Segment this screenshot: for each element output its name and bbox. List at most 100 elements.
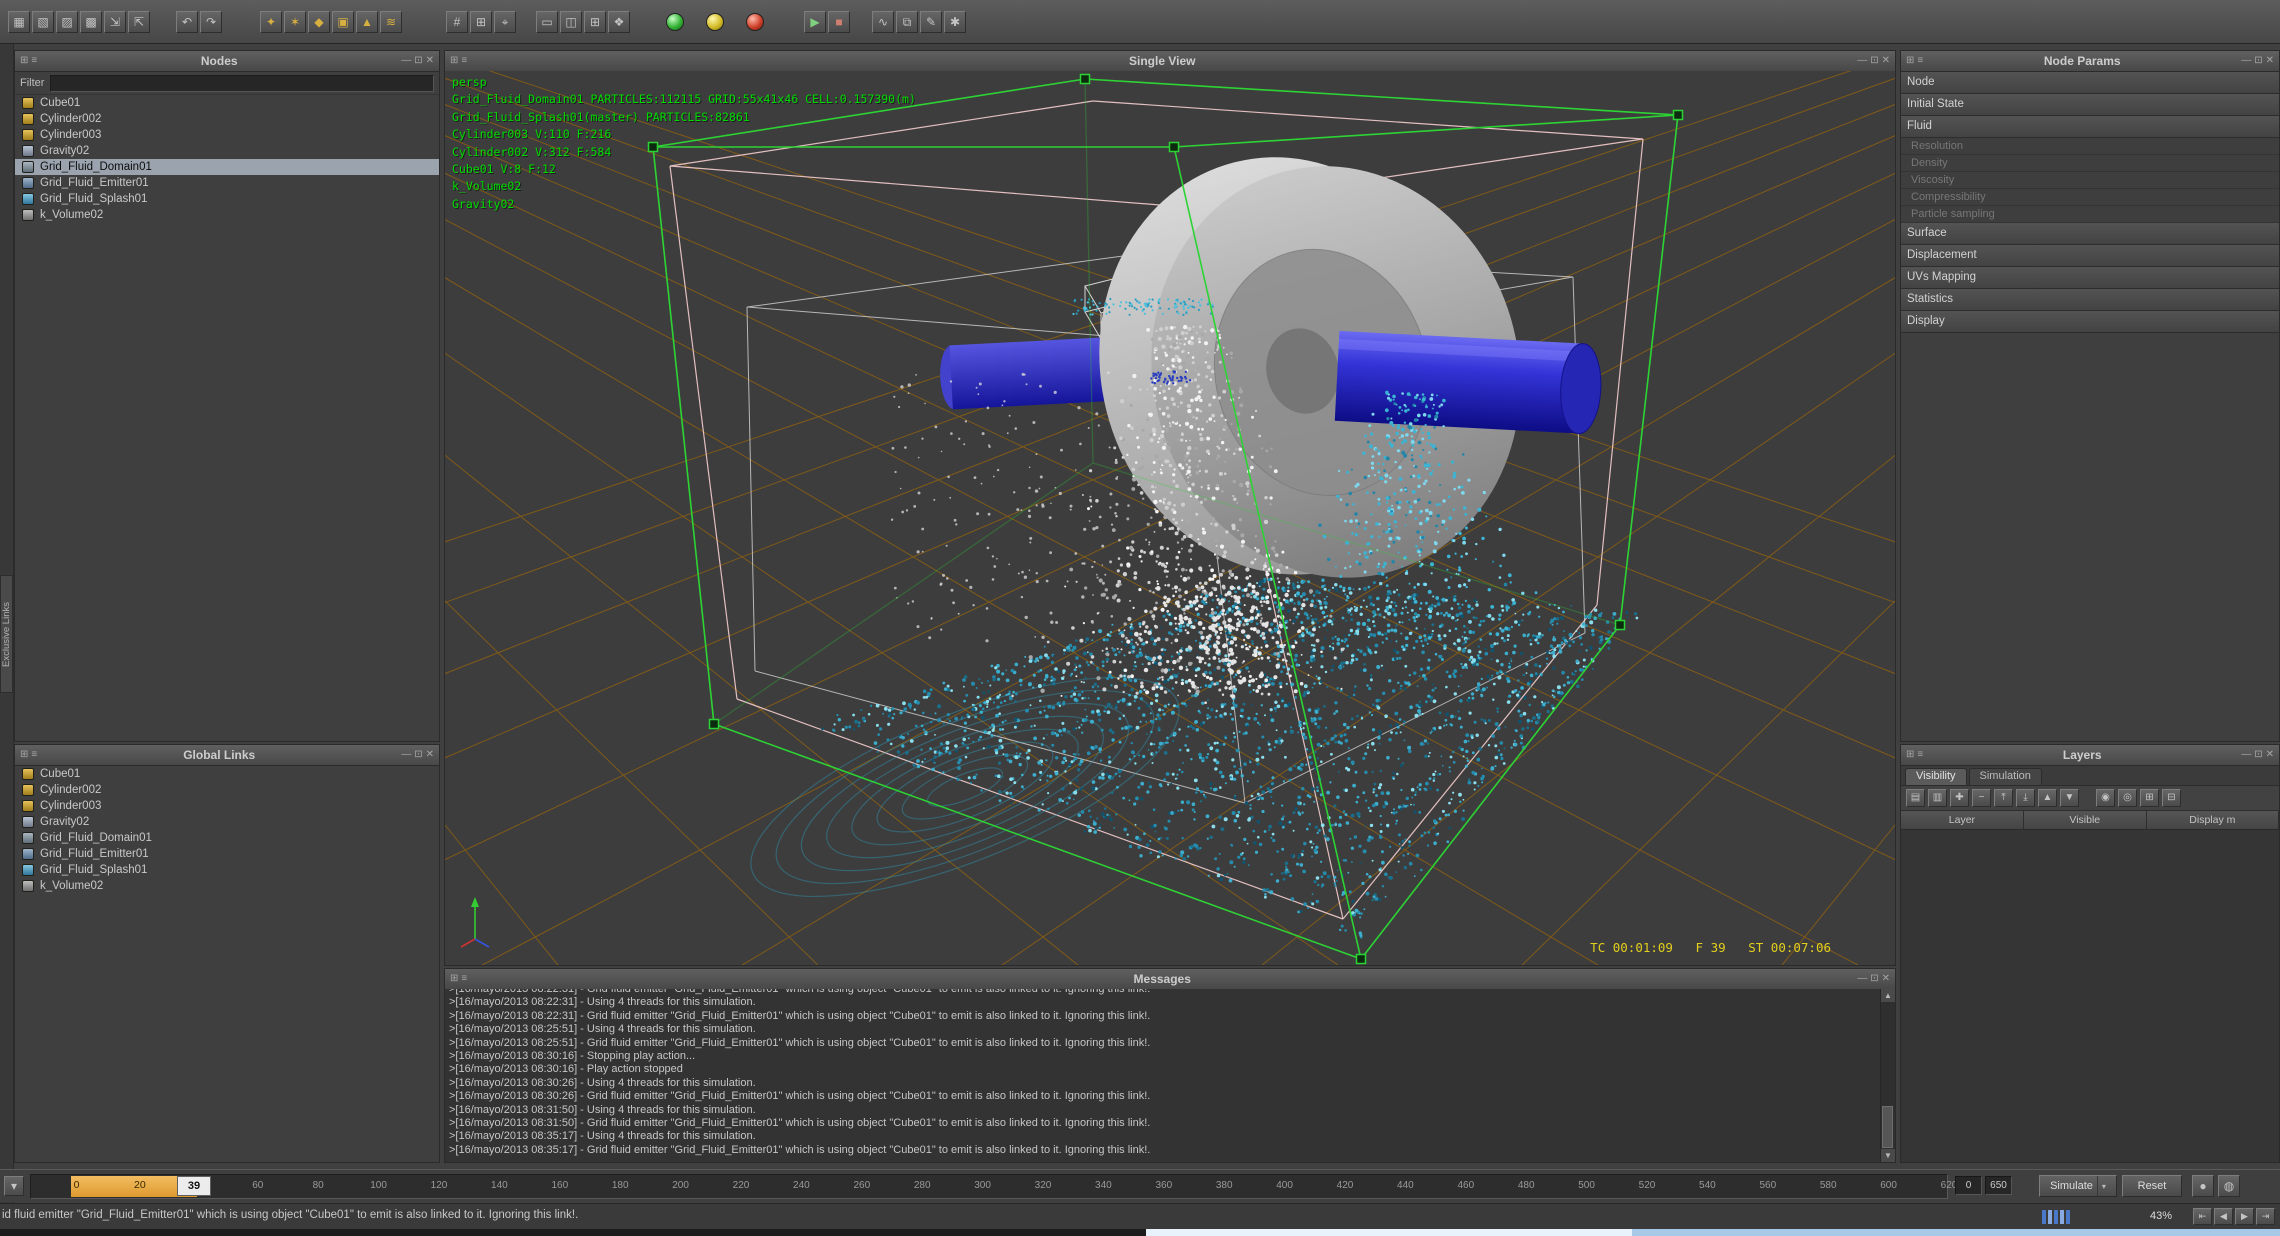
panel-float-icon[interactable]: ⊡ bbox=[2254, 750, 2262, 760]
panel-float-icon[interactable]: ⊡ bbox=[414, 56, 422, 66]
panel-close-icon[interactable]: ✕ bbox=[426, 56, 434, 66]
params-section-fluid[interactable]: Fluid bbox=[1901, 116, 2279, 138]
batch-script-button[interactable]: ✎ bbox=[920, 11, 942, 33]
node-item-grid_fluid_splash01[interactable]: Grid_Fluid_Splash01 bbox=[15, 191, 439, 207]
node-item-cylinder003[interactable]: Cylinder003 bbox=[15, 127, 439, 143]
export-file-button[interactable]: ⇱ bbox=[128, 11, 150, 33]
preview-sphere-icon[interactable]: ● bbox=[2192, 1175, 2214, 1197]
exclusive-links-tab[interactable]: Exclusive Links bbox=[0, 575, 13, 693]
node-item-cube01[interactable]: Cube01 bbox=[15, 95, 439, 111]
global-links-titlebar[interactable]: ⊞≡ Global Links —⊡✕ bbox=[15, 745, 439, 766]
panel-collapse-icon[interactable]: — bbox=[1857, 974, 1867, 984]
step-forward-button[interactable]: ▶ bbox=[2235, 1208, 2254, 1225]
node-item-gravity02[interactable]: Gravity02 bbox=[15, 814, 439, 830]
panel-menu-icon[interactable]: ⊞ bbox=[20, 750, 28, 760]
viewport-3d[interactable]: perspGrid_Fluid_Domain01 PARTICLES:11211… bbox=[445, 71, 1896, 966]
collapse-all-icon[interactable]: ⊟ bbox=[2162, 789, 2181, 807]
current-frame-indicator[interactable]: 39 bbox=[177, 1176, 211, 1196]
layers-column-layer[interactable]: Layer bbox=[1901, 811, 2024, 829]
node-item-grid_fluid_splash01[interactable]: Grid_Fluid_Splash01 bbox=[15, 862, 439, 878]
toggle-visible-icon[interactable]: ◉ bbox=[2096, 789, 2115, 807]
add-fluid-domain-button[interactable]: ▣ bbox=[332, 11, 354, 33]
redo-button[interactable]: ↷ bbox=[200, 11, 222, 33]
add-emitter-button[interactable]: ✦ bbox=[260, 11, 282, 33]
snap-toggle-button[interactable]: # bbox=[446, 11, 468, 33]
panel-dock-icon[interactable]: ≡ bbox=[461, 56, 467, 66]
add-realwave-button[interactable]: ≋ bbox=[380, 11, 402, 33]
node-item-grid_fluid_emitter01[interactable]: Grid_Fluid_Emitter01 bbox=[15, 846, 439, 862]
panel-menu-icon[interactable]: ⊞ bbox=[20, 56, 28, 66]
panel-float-icon[interactable]: ⊡ bbox=[2254, 56, 2262, 66]
layers-column-visible[interactable]: Visible bbox=[2024, 811, 2147, 829]
sim-status-cache-led[interactable] bbox=[706, 13, 724, 31]
sim-status-alert-led[interactable] bbox=[746, 13, 764, 31]
add-daemon-button[interactable]: ✶ bbox=[284, 11, 306, 33]
node-item-k_volume02[interactable]: k_Volume02 bbox=[15, 207, 439, 223]
add-object-button[interactable]: ◆ bbox=[308, 11, 330, 33]
layers-tab-visibility[interactable]: Visibility bbox=[1905, 768, 1967, 785]
open-scene-button[interactable]: ▧ bbox=[32, 11, 54, 33]
params-section-statistics[interactable]: Statistics bbox=[1901, 289, 2279, 311]
panel-menu-icon[interactable]: ⊞ bbox=[1906, 750, 1914, 760]
node-item-grid_fluid_domain01[interactable]: Grid_Fluid_Domain01 bbox=[15, 159, 439, 175]
params-section-surface[interactable]: Surface bbox=[1901, 223, 2279, 245]
panel-menu-icon[interactable]: ⊞ bbox=[450, 974, 458, 984]
relationship-editor-button[interactable]: ⧉ bbox=[896, 11, 918, 33]
params-section-displacement[interactable]: Displacement bbox=[1901, 245, 2279, 267]
panel-float-icon[interactable]: ⊡ bbox=[1870, 974, 1878, 984]
layout-quad-button[interactable]: ⊞ bbox=[584, 11, 606, 33]
move-down-icon[interactable]: ▼ bbox=[2060, 789, 2079, 807]
simulate-dropdown-icon[interactable]: ▾ bbox=[2097, 1176, 2106, 1196]
pivot-toggle-button[interactable]: ⌖ bbox=[494, 11, 516, 33]
single-view-titlebar[interactable]: ⊞≡ Single View —⊡✕ bbox=[445, 51, 1895, 72]
node-item-grid_fluid_domain01[interactable]: Grid_Fluid_Domain01 bbox=[15, 830, 439, 846]
timeline-menu-button[interactable]: ▾ bbox=[4, 1176, 24, 1196]
curve-editor-button[interactable]: ∿ bbox=[872, 11, 894, 33]
panel-collapse-icon[interactable]: — bbox=[2241, 56, 2251, 66]
layers-column-display-m[interactable]: Display m bbox=[2147, 811, 2279, 829]
params-section-display[interactable]: Display bbox=[1901, 311, 2279, 333]
movie-settings-button[interactable]: ✱ bbox=[944, 11, 966, 33]
messages-scrollbar[interactable]: ▲ ▼ bbox=[1880, 989, 1895, 1162]
maximize-view-button[interactable]: ❖ bbox=[608, 11, 630, 33]
add-mesh-button[interactable]: ▲ bbox=[356, 11, 378, 33]
panel-float-icon[interactable]: ⊡ bbox=[1870, 56, 1878, 66]
scroll-down-icon[interactable]: ▼ bbox=[1881, 1149, 1895, 1162]
reset-button[interactable]: Reset bbox=[2122, 1175, 2182, 1197]
panel-dock-icon[interactable]: ≡ bbox=[31, 56, 37, 66]
grid-toggle-button[interactable]: ⊞ bbox=[470, 11, 492, 33]
move-bottom-icon[interactable]: ⤓ bbox=[2016, 789, 2035, 807]
save-incremental-button[interactable]: ▩ bbox=[80, 11, 102, 33]
nodes-panel-titlebar[interactable]: ⊞≡ Nodes —⊡✕ bbox=[15, 51, 439, 72]
add-to-layer-icon[interactable]: ✚ bbox=[1950, 789, 1969, 807]
panel-close-icon[interactable]: ✕ bbox=[2266, 750, 2274, 760]
go-end-button[interactable]: ⇥ bbox=[2256, 1208, 2275, 1225]
save-scene-button[interactable]: ▨ bbox=[56, 11, 78, 33]
go-start-button[interactable]: ⇤ bbox=[2193, 1208, 2212, 1225]
panel-dock-icon[interactable]: ≡ bbox=[1917, 750, 1923, 760]
nodes-filter-input[interactable] bbox=[50, 75, 434, 92]
panel-menu-icon[interactable]: ⊞ bbox=[1906, 56, 1914, 66]
remove-from-layer-icon[interactable]: − bbox=[1972, 789, 1991, 807]
panel-dock-icon[interactable]: ≡ bbox=[1917, 56, 1923, 66]
node-item-cube01[interactable]: Cube01 bbox=[15, 766, 439, 782]
panel-close-icon[interactable]: ✕ bbox=[426, 750, 434, 760]
layout-single-button[interactable]: ▭ bbox=[536, 11, 558, 33]
layers-table-body[interactable] bbox=[1901, 830, 2279, 1163]
wireframe-sphere-icon[interactable]: ◍ bbox=[2218, 1175, 2240, 1197]
node-item-grid_fluid_emitter01[interactable]: Grid_Fluid_Emitter01 bbox=[15, 175, 439, 191]
max-frame-field[interactable]: 650 bbox=[1985, 1176, 2012, 1195]
sim-status-ready-led[interactable] bbox=[666, 13, 684, 31]
panel-collapse-icon[interactable]: — bbox=[401, 750, 411, 760]
delete-layer-icon[interactable]: ▥ bbox=[1928, 789, 1947, 807]
panel-dock-icon[interactable]: ≡ bbox=[31, 750, 37, 760]
layers-tab-simulation[interactable]: Simulation bbox=[1969, 768, 2042, 785]
min-frame-field[interactable]: 0 bbox=[1955, 1176, 1982, 1195]
panel-collapse-icon[interactable]: — bbox=[401, 56, 411, 66]
expand-all-icon[interactable]: ⊞ bbox=[2140, 789, 2159, 807]
simulate-button[interactable]: Simulate▾ bbox=[2039, 1175, 2117, 1197]
move-top-icon[interactable]: ⤒ bbox=[1994, 789, 2013, 807]
scroll-up-icon[interactable]: ▲ bbox=[1881, 989, 1895, 1002]
step-back-button[interactable]: ◀ bbox=[2214, 1208, 2233, 1225]
panel-dock-icon[interactable]: ≡ bbox=[461, 974, 467, 984]
